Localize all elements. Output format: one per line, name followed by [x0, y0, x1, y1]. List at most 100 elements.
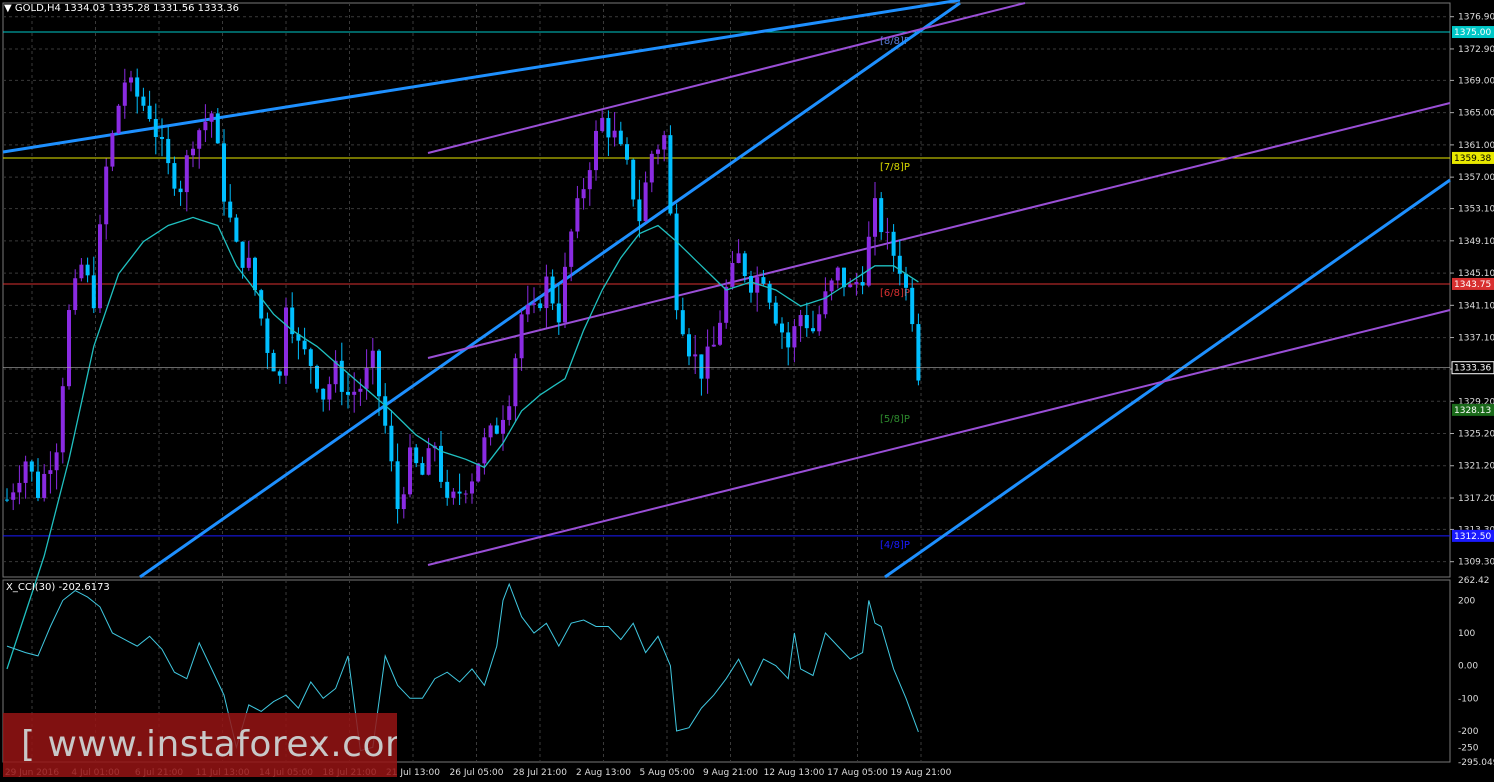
symbol-label: GOLD,H4: [14, 3, 61, 14]
candle-body: [191, 148, 195, 156]
candle-body: [166, 138, 171, 164]
candle-body: [488, 425, 493, 438]
candle-body: [501, 419, 505, 434]
time-axis-label: 9 Aug 21:00: [703, 768, 758, 778]
channel-line-purple: [427, 102, 1451, 359]
candle-body: [85, 264, 90, 276]
candle-body: [749, 276, 753, 293]
price-axis-label: 1357.00: [1458, 173, 1494, 183]
cci-axis-label: -100: [1458, 694, 1479, 704]
cci-axis-label: 262.42: [1458, 576, 1490, 586]
candle-body: [91, 275, 96, 309]
level-label: [7/8]P: [880, 162, 910, 173]
candle-body: [786, 332, 791, 348]
candle-body: [129, 77, 133, 83]
time-axis-label: 5 Aug 05:00: [640, 768, 695, 778]
channel-line-purple: [427, 2, 1026, 154]
candle-body: [321, 388, 326, 400]
ohlc-values: 1334.03 1335.28 1331.56 1333.36: [64, 3, 239, 14]
candle-body: [612, 130, 617, 138]
candle-body: [494, 425, 499, 434]
candle-body: [364, 367, 369, 389]
candle-body: [284, 307, 288, 376]
candle-body: [259, 290, 264, 319]
candle-body: [358, 388, 363, 392]
candle-body: [5, 499, 9, 501]
candle-body: [668, 135, 673, 214]
time-axis-label: 2 Aug 13:00: [576, 768, 631, 778]
candle-body: [240, 241, 245, 268]
candle-body: [711, 344, 716, 347]
candle-body: [730, 263, 735, 287]
price-axis-label: 1349.10: [1458, 237, 1494, 247]
candle-body: [687, 334, 691, 357]
candle-body: [277, 371, 282, 376]
candle-body: [556, 303, 561, 323]
candle-body: [569, 231, 574, 267]
candle-body: [352, 391, 357, 395]
candle-body: [866, 236, 871, 286]
candle-body: [339, 360, 344, 392]
candle-body: [178, 188, 183, 193]
candle-body: [823, 291, 828, 315]
candle-body: [724, 286, 729, 323]
candle-body: [79, 264, 84, 279]
candle-body: [848, 284, 853, 288]
candle-body: [656, 149, 660, 154]
current-price-label: 1333.36: [1454, 364, 1491, 374]
candle-body: [67, 310, 71, 387]
candle-body: [116, 105, 121, 134]
cci-axis-label: 0.00: [1458, 662, 1478, 672]
candle-body: [662, 135, 667, 150]
candle-body: [476, 463, 481, 482]
time-axis-label: 26 Jul 05:00: [450, 768, 504, 778]
candle-body: [811, 328, 815, 332]
candle-body: [104, 166, 109, 225]
candle-body: [271, 352, 276, 372]
candle-body: [581, 189, 586, 199]
candle-body: [420, 463, 425, 475]
candle-body: [54, 452, 59, 471]
dropdown-triangle-icon[interactable]: ▼: [4, 3, 12, 14]
candle-body: [426, 448, 431, 475]
candle-body: [197, 130, 202, 149]
chart-header: ▼ GOLD,H4 1334.03 1335.28 1331.56 1333.3…: [4, 3, 239, 14]
candle-body: [408, 447, 412, 495]
candle-body: [842, 267, 846, 288]
cci-axis-label: -250: [1458, 743, 1479, 753]
candle-body: [135, 77, 140, 97]
candle-body: [383, 396, 388, 426]
candle-body: [457, 491, 462, 494]
price-axis-label: 1376.90: [1458, 13, 1494, 23]
candle-body: [519, 314, 524, 359]
candle-body: [482, 437, 487, 464]
candle-body: [48, 470, 53, 474]
candle-body: [829, 280, 834, 292]
candle-body: [854, 282, 859, 285]
candle-body: [544, 276, 549, 309]
price-axis-label: 1317.20: [1458, 494, 1494, 504]
candle-body: [718, 322, 722, 345]
price-chart[interactable]: 1376.90 1372.90 1369.00 1365.00 1361.00 1357.…: [0, 0, 1494, 782]
candle-body: [860, 282, 865, 286]
candle-body: [773, 302, 778, 324]
candle-body: [680, 310, 685, 335]
candle-body: [563, 266, 567, 323]
candle-body: [73, 278, 78, 311]
candle-body: [618, 130, 623, 145]
channel-line-purple: [427, 309, 1451, 566]
candle-body: [203, 121, 208, 131]
candle-body: [606, 118, 611, 138]
price-axis-label: 1372.90: [1458, 45, 1494, 55]
candle-body: [302, 340, 307, 350]
level-price-label: 1343.75: [1454, 280, 1491, 290]
candle-body: [879, 198, 884, 233]
candle-body: [587, 170, 592, 190]
level-price-label: 1328.13: [1454, 406, 1491, 416]
candle-body: [891, 231, 896, 256]
candle-body: [817, 314, 822, 332]
candle-body: [873, 198, 877, 237]
candle-body: [625, 144, 629, 160]
candle-body: [463, 493, 468, 495]
candle-body: [637, 199, 642, 222]
